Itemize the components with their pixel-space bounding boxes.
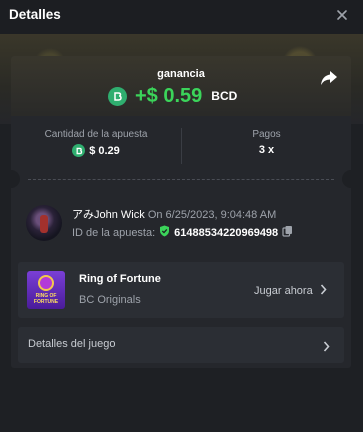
bet-stats: Cantidad de la apuesta $ 0.29 Pagos 3 x xyxy=(11,116,351,176)
chevron-right-icon xyxy=(320,284,327,298)
win-currency: BCD xyxy=(211,89,238,103)
game-thumbnail-text: RING OF FORTUNE xyxy=(33,293,59,305)
bet-card: ganancia +$ 0.59 BCD Cantidad de la apue… xyxy=(2,56,360,368)
bet-id-label: ID de la apuesta: xyxy=(72,226,156,239)
game-details-row[interactable]: Detalles del juego xyxy=(18,327,344,363)
bet-id: 614885342209694​98 xyxy=(174,226,279,239)
win-amount: +$ 0.59 xyxy=(135,84,203,107)
play-now-label: Jugar ahora xyxy=(254,285,313,297)
chevron-right-icon xyxy=(323,339,330,357)
bcd-coin-icon xyxy=(108,86,127,106)
game-card[interactable]: RING OF FORTUNE Ring of Fortune BC Origi… xyxy=(18,262,344,318)
modal-title: Detalles xyxy=(9,7,61,22)
ticket-notch-left xyxy=(2,170,20,188)
payout-value: 3 x xyxy=(258,144,275,156)
ticket-notch-right xyxy=(342,170,360,188)
ticket-tear-line xyxy=(28,179,334,180)
user-info: アみJohn Wick On 6/25/2023, 9:04:48 AM ID … xyxy=(11,201,351,251)
win-header: ganancia +$ 0.59 BCD xyxy=(11,56,351,116)
fortune-wheel-icon xyxy=(38,275,54,291)
bet-id-line: ID de la apuesta: 614885342209694​98 xyxy=(72,225,293,240)
username[interactable]: アみJohn Wick xyxy=(72,209,145,221)
share-icon[interactable] xyxy=(320,70,338,86)
bet-amount-label: Cantidad de la apuesta xyxy=(44,129,148,140)
bet-amount-value: $ 0.29 xyxy=(89,144,120,157)
game-thumbnail[interactable]: RING OF FORTUNE xyxy=(27,271,65,309)
avatar[interactable] xyxy=(26,205,62,241)
close-icon[interactable] xyxy=(335,8,349,22)
title-bar: Detalles xyxy=(0,0,363,34)
play-now-button[interactable]: Jugar ahora xyxy=(254,284,327,298)
copy-icon[interactable] xyxy=(282,225,293,240)
game-name: Ring of Fortune xyxy=(79,273,161,285)
bcd-coin-icon xyxy=(72,144,86,157)
win-label: ganancia xyxy=(157,68,205,80)
bet-datetime: On 6/25/2023, 9:04:48 AM xyxy=(147,209,277,221)
game-details-label: Detalles del juego xyxy=(28,338,116,350)
verified-shield-icon xyxy=(159,225,170,240)
bet-amount-value-row: $ 0.29 xyxy=(11,144,181,157)
bet-details-modal: Detalles ganancia +$ 0.59 BCD Cantidad d… xyxy=(0,0,363,432)
user-line: アみJohn Wick On 6/25/2023, 9:04:48 AM xyxy=(72,206,276,222)
game-provider: BC Originals xyxy=(79,294,141,306)
win-amount-row: +$ 0.59 BCD xyxy=(108,84,237,108)
payout-label: Pagos xyxy=(252,129,281,140)
